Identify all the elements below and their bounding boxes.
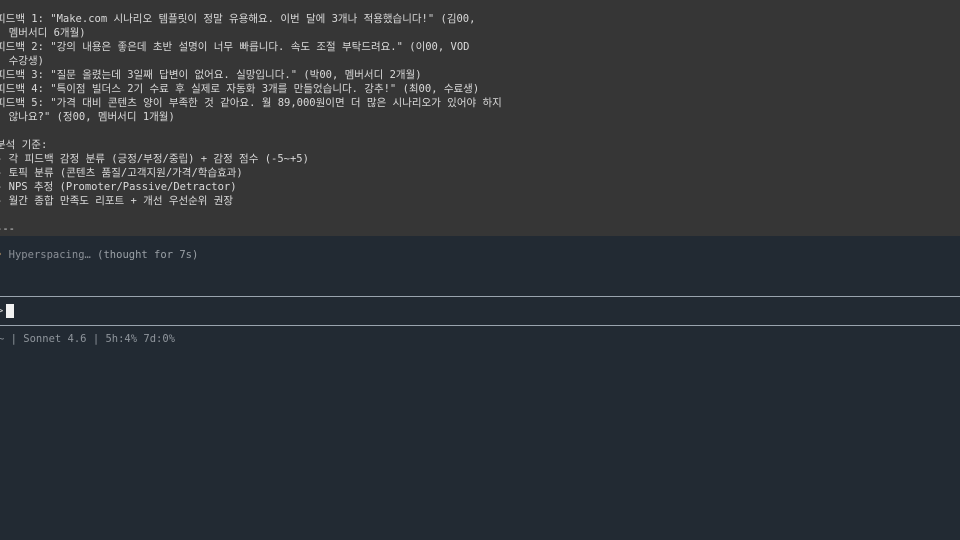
scrollback-line: - 각 피드백 감정 분류 (긍정/부정/중립) + 감정 점수 (-5~+5) xyxy=(0,153,309,165)
scrollback-line: 피드백 1: "Make.com 시나리오 템플릿이 정말 유용해요. 이번 달… xyxy=(0,13,476,25)
scrollback-line: 피드백 5: "가격 대비 콘텐츠 양이 부족한 것 같아요. 월 89,000… xyxy=(0,97,502,109)
scrollback-line: 멤버서디 6개월) xyxy=(0,27,86,39)
text-cursor xyxy=(6,304,14,318)
input-bottom-divider xyxy=(0,325,960,326)
status-detail: (thought for 7s) xyxy=(90,249,199,261)
status-footer: ~ | Sonnet 4.6 | 5h:4% 7d:0% xyxy=(0,333,176,345)
status-verb: Hyperspacing… xyxy=(8,249,91,261)
terminal-input-area xyxy=(0,236,960,540)
scrollback-line: - NPS 추정 (Promoter/Passive/Detractor) xyxy=(0,181,237,193)
input-top-divider xyxy=(0,296,960,297)
scrollback-line: 피드백 3: "질문 올렸는데 3일째 답변이 없어요. 실망입니다." (박0… xyxy=(0,69,422,81)
prompt-input[interactable]: > xyxy=(0,303,14,319)
scrollback-line: - 월간 종합 만족도 리포트 + 개선 우선순위 권장 xyxy=(0,195,234,207)
scrollback-blank-line xyxy=(0,208,960,222)
prompt-chevron-icon: > xyxy=(0,305,4,317)
scrollback-line: 분석 기준: xyxy=(0,139,48,151)
scrollback-line: 않나요?" (정00, 멤버서디 1개월) xyxy=(0,111,175,123)
scrollback-line: - 토픽 분류 (콘텐츠 품질/고객지원/가격/학습효과) xyxy=(0,167,243,179)
status-bullet-icon: • xyxy=(0,249,2,261)
scrollback-blank-line xyxy=(0,124,960,138)
scrollback-line: 수강생) xyxy=(0,55,44,67)
scrollback-separator: --- xyxy=(0,223,15,235)
scrollback-line: 피드백 4: "특이점 빌더스 2기 수료 후 실제로 자동화 3개를 만들었습… xyxy=(0,83,480,95)
scrollback-line: 피드백 2: "강의 내용은 좋은데 초반 설명이 너무 빠릅니다. 속도 조절… xyxy=(0,41,470,53)
thinking-status: • Hyperspacing… (thought for 7s) xyxy=(0,248,198,264)
terminal-scrollback: 피드백 1: "Make.com 시나리오 템플릿이 정말 유용해요. 이번 달… xyxy=(0,0,960,236)
